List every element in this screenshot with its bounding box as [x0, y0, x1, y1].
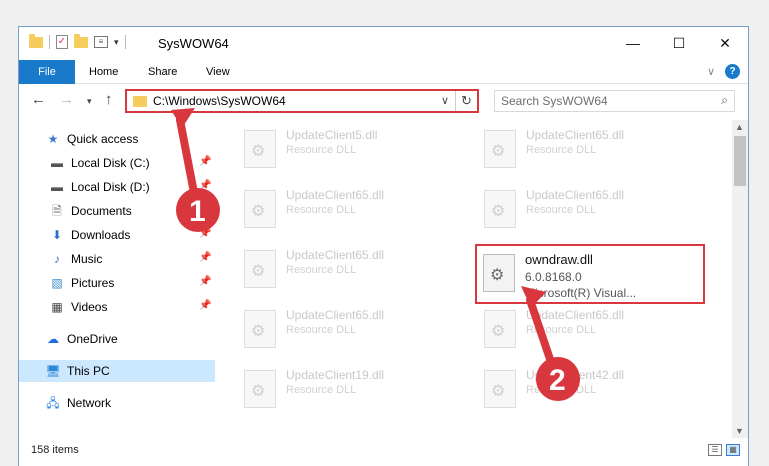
window-title: SysWOW64	[158, 36, 229, 51]
close-button[interactable]: ✕	[702, 27, 748, 59]
scroll-up-icon[interactable]: ▲	[735, 122, 744, 132]
sidebar-item-local-disk-c[interactable]: ▬ Local Disk (C:)	[49, 152, 150, 174]
scrollbar-thumb[interactable]	[734, 136, 746, 186]
help-icon[interactable]: ?	[725, 64, 740, 79]
pin-icon[interactable]: 📌	[199, 300, 211, 311]
star-icon: ★	[47, 132, 59, 146]
music-icon: ♪	[54, 252, 60, 266]
file-name: owndraw.dll	[525, 252, 593, 267]
maximize-button[interactable]: ☐	[656, 27, 702, 59]
navigation-bar: ← → ▾ ↑ C:\Windows\SysWOW64 ∨ ↻ Search S…	[19, 85, 748, 117]
tab-view[interactable]: View	[206, 60, 230, 84]
folder-icon	[133, 96, 147, 107]
sidebar-item-documents[interactable]: 🗎 Documents	[49, 200, 132, 222]
pictures-icon: ▧	[51, 276, 63, 290]
computer-icon: 🖥	[45, 364, 61, 378]
ribbon: File Home Share View ∨ ?	[19, 60, 748, 84]
maximize-icon: ☐	[672, 35, 686, 51]
dll-file-icon	[244, 130, 276, 168]
minimize-icon: —	[626, 35, 640, 51]
explorer-window: ✓ ≡ ▾ SysWOW64 — ☐ ✕ File Home Share Vie…	[18, 26, 749, 466]
list-item[interactable]: UpdateClient65.dll Resource DLL	[464, 300, 684, 355]
list-item[interactable]: UpdateClient19.dll Resource DLL	[224, 360, 444, 415]
list-item[interactable]: UpdateClient65.dll Resource DLL	[464, 120, 684, 175]
highlighted-file-owndraw[interactable]: owndraw.dll 6.0.8168.0 Microsoft(R) Visu…	[475, 244, 705, 304]
file-version: 6.0.8168.0	[525, 270, 582, 284]
videos-icon: ▦	[51, 300, 63, 314]
scroll-down-icon[interactable]: ▼	[735, 426, 744, 436]
list-item[interactable]: UpdateClient65.dll Resource DLL	[224, 240, 444, 295]
sidebar-item-quick-access[interactable]: ★ Quick access	[45, 128, 139, 150]
tab-file[interactable]: File	[19, 60, 75, 84]
sidebar-item-onedrive[interactable]: ☁ OneDrive	[45, 328, 118, 350]
sidebar-item-downloads[interactable]: ⬇ Downloads	[49, 224, 130, 246]
chevron-down-icon[interactable]: ∨	[441, 94, 449, 107]
properties-check-icon[interactable]: ✓	[56, 35, 68, 49]
pin-icon[interactable]: 📌	[199, 228, 211, 239]
details-view-icon[interactable]: ☰	[708, 444, 722, 456]
status-bar: 158 items ☰ ▦	[19, 438, 748, 466]
sidebar-item-music[interactable]: ♪ Music	[49, 248, 102, 270]
forward-arrow-icon[interactable]: →	[59, 91, 74, 108]
documents-icon: 🗎	[52, 204, 62, 218]
tab-share[interactable]: Share	[148, 60, 177, 84]
sidebar-item-local-disk-d[interactable]: ▬ Local Disk (D:)	[49, 176, 150, 198]
back-arrow-icon[interactable]: ←	[31, 91, 46, 108]
dll-file-icon	[484, 310, 516, 348]
dll-file-icon	[244, 370, 276, 408]
drive-icon: ▬	[51, 180, 63, 194]
list-item[interactable]: UpdateClient65.dll Resource DLL	[224, 300, 444, 355]
pin-icon[interactable]: 📌	[199, 252, 211, 263]
address-path[interactable]: C:\Windows\SysWOW64	[153, 94, 286, 108]
list-item[interactable]: UpdateClient5.dll Resource DLL	[224, 120, 444, 175]
navigation-pane: ★ Quick access ▬ Local Disk (C:) 📌 ▬ Loc…	[19, 120, 215, 438]
address-bar[interactable]: C:\Windows\SysWOW64 ∨ ↻	[125, 89, 479, 113]
minimize-button[interactable]: —	[610, 27, 656, 59]
up-arrow-icon[interactable]: ↑	[105, 91, 113, 108]
drive-icon: ▬	[51, 156, 63, 170]
large-icons-view-icon[interactable]: ▦	[726, 444, 740, 456]
dll-file-icon	[244, 250, 276, 288]
pin-icon[interactable]: 📌	[199, 276, 211, 287]
expand-ribbon-icon[interactable]: ∨	[707, 65, 715, 78]
dll-file-icon	[484, 130, 516, 168]
quick-access-toolbar: ✓ ≡ ▾	[29, 33, 126, 49]
sidebar-item-this-pc[interactable]: 🖥 This PC	[19, 360, 215, 382]
dll-file-icon	[483, 254, 515, 292]
list-item[interactable]: UpdateClient65.dll Resource DLL	[464, 180, 684, 235]
dll-file-icon	[244, 310, 276, 348]
sidebar-item-videos[interactable]: ▦ Videos	[49, 296, 107, 318]
folder-icon[interactable]	[29, 33, 43, 48]
sidebar-item-network[interactable]: 🖧 Network	[45, 392, 111, 414]
title-bar: ✓ ≡ ▾ SysWOW64 — ☐ ✕	[19, 27, 748, 60]
new-folder-icon[interactable]	[74, 33, 88, 48]
pin-icon[interactable]: 📌	[199, 204, 211, 215]
chevron-down-icon[interactable]: ▾	[114, 37, 119, 48]
list-item[interactable]: UpdateClient42.dll Resource DLL	[464, 360, 684, 415]
refresh-icon[interactable]: ↻	[455, 91, 477, 111]
item-count: 158 items	[31, 444, 79, 456]
close-icon: ✕	[719, 35, 731, 51]
search-icon[interactable]: ⌕	[721, 93, 728, 108]
toolbar-divider	[124, 35, 126, 49]
file-company: Microsoft(R) Visual...	[525, 286, 637, 300]
tab-home[interactable]: Home	[89, 60, 118, 84]
dll-file-icon	[484, 190, 516, 228]
download-icon: ⬇	[51, 228, 63, 242]
search-input[interactable]: Search SysWOW64 ⌕	[494, 90, 735, 112]
pin-icon[interactable]: 📌	[199, 156, 211, 167]
list-item[interactable]: UpdateClient65.dll Resource DLL	[224, 180, 444, 235]
customize-icon[interactable]: ≡	[94, 36, 108, 48]
pin-icon[interactable]: 📌	[199, 180, 211, 191]
toolbar-divider	[49, 35, 50, 49]
dll-file-icon	[244, 190, 276, 228]
network-icon: 🖧	[46, 396, 60, 410]
search-placeholder: Search SysWOW64	[501, 94, 608, 108]
recent-locations-icon[interactable]: ▾	[87, 96, 92, 107]
sidebar-item-pictures[interactable]: ▧ Pictures	[49, 272, 114, 294]
vertical-scrollbar[interactable]: ▲ ▼	[732, 120, 748, 438]
cloud-icon: ☁	[47, 332, 59, 346]
dll-file-icon	[484, 370, 516, 408]
